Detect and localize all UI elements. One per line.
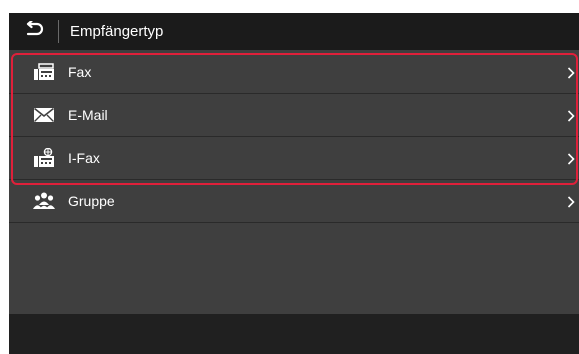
- list-item-email[interactable]: E-Mail: [9, 94, 579, 137]
- recipient-type-list: Fax E-Mail I-Fax Gruppe: [9, 51, 579, 223]
- internet-fax-icon: [33, 148, 55, 168]
- list-item-group[interactable]: Gruppe: [9, 180, 579, 223]
- header-divider: [58, 20, 59, 43]
- list-item-label: Gruppe: [68, 193, 115, 209]
- envelope-icon: [33, 105, 55, 125]
- chevron-right-icon: [567, 66, 575, 79]
- list-item-label: Fax: [68, 64, 92, 80]
- header-bar: Empfängertyp: [9, 13, 579, 50]
- chevron-right-icon: [567, 195, 575, 208]
- chevron-right-icon: [567, 109, 575, 122]
- list-item-fax[interactable]: Fax: [9, 51, 579, 94]
- group-icon: [33, 191, 55, 211]
- chevron-right-icon: [567, 152, 575, 165]
- list-item-ifax[interactable]: I-Fax: [9, 137, 579, 180]
- back-button[interactable]: [9, 13, 58, 50]
- printer-screen: Empfängertyp Fax E-Mail I-Fax Gruppe: [9, 13, 579, 354]
- bottom-bar: [9, 314, 579, 354]
- page-title: Empfängertyp: [70, 23, 164, 40]
- list-item-label: E-Mail: [68, 107, 108, 123]
- fax-icon: [33, 62, 55, 82]
- list-item-label: I-Fax: [68, 150, 100, 166]
- back-arrow-icon: [24, 19, 44, 42]
